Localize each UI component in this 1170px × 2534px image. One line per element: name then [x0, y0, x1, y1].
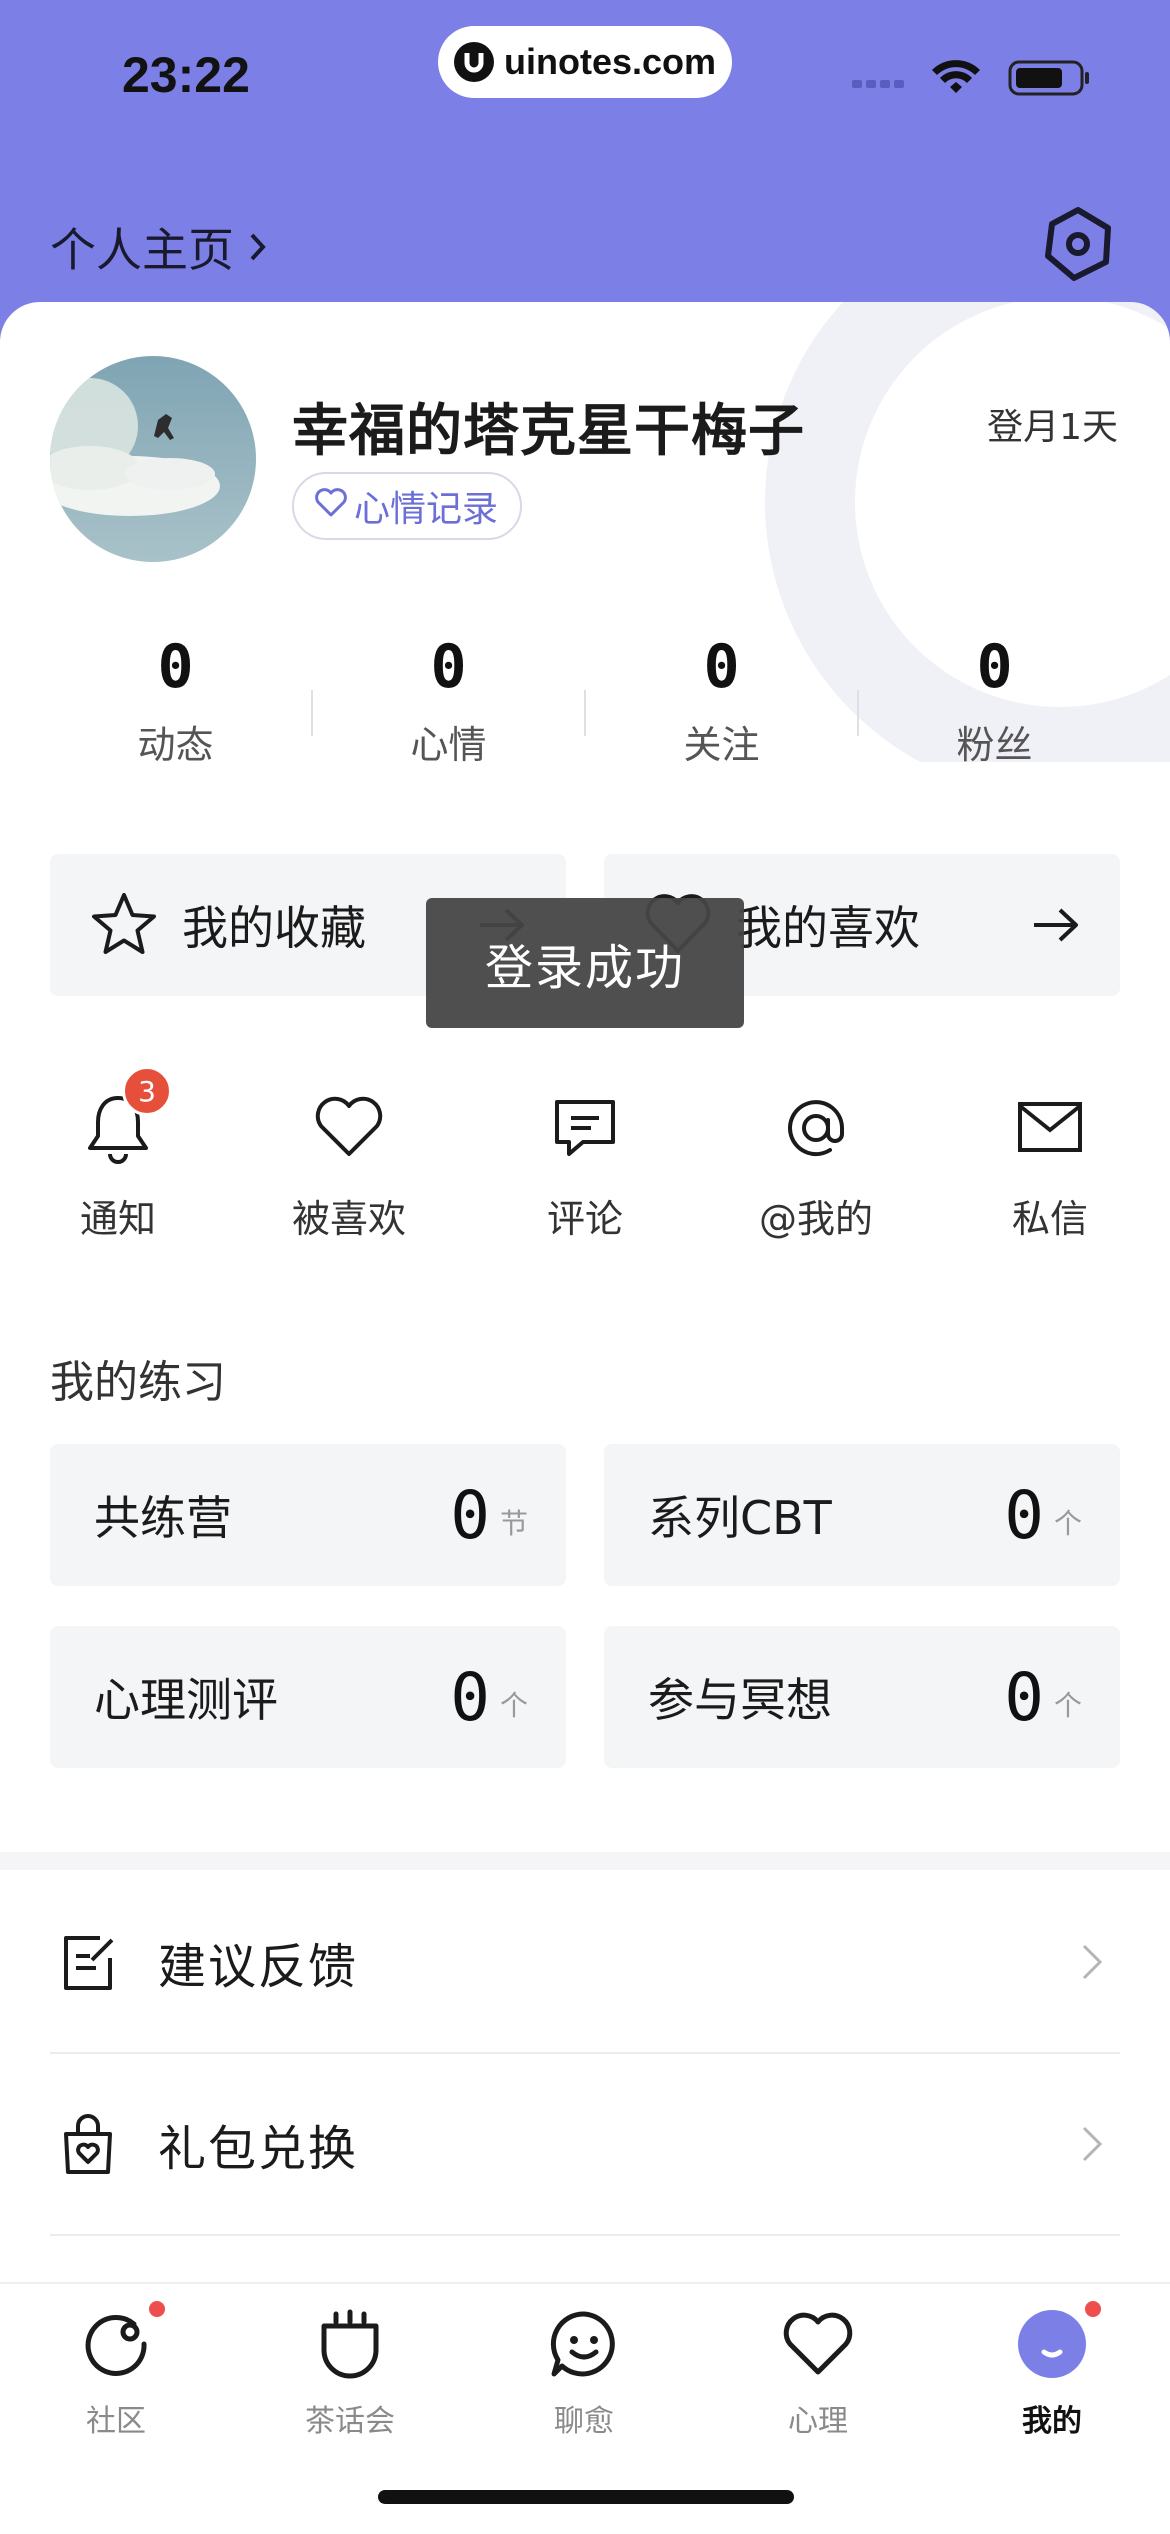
tab-label: 聊愈: [554, 2404, 614, 2439]
community-icon: [78, 2298, 168, 2382]
feedback-icon: [56, 1930, 120, 1994]
star-icon: [88, 889, 160, 961]
tab-label: 茶话会: [305, 2404, 395, 2439]
practice-section-title: 我的练习: [50, 1357, 226, 1408]
practice-assessment[interactable]: 心理测评 0 个: [50, 1626, 566, 1768]
unread-dot: [1082, 2298, 1104, 2320]
url-text: uinotes.com: [504, 41, 717, 82]
tab-mine[interactable]: 我的: [962, 2298, 1142, 2440]
username: 幸福的塔克星干梅子: [292, 399, 805, 464]
my-likes-label: 我的喜欢: [736, 901, 920, 955]
mentions-label: @我的: [758, 1197, 873, 1241]
heart-tab-icon: [780, 2306, 856, 2382]
liked-by-label: 被喜欢: [291, 1197, 406, 1241]
notifications-label: 通知: [79, 1197, 156, 1241]
section-divider: [0, 1852, 1170, 1870]
mood-record-button[interactable]: 心情记录: [292, 472, 523, 540]
comment-icon: [547, 1090, 623, 1166]
tab-community[interactable]: 社区: [26, 2298, 206, 2440]
heart-outline-icon: [311, 1090, 387, 1166]
notification-badge: 3: [122, 1066, 172, 1116]
mail-icon: [1012, 1090, 1088, 1166]
mentions-button[interactable]: @我的: [716, 1090, 916, 1243]
stat-label: 心情: [410, 723, 487, 767]
practice-value: 0: [1004, 1476, 1044, 1554]
gift-redeem-label: 礼包兑换: [158, 2121, 359, 2177]
profile-card: 幸福的塔克星干梅子 心情记录 登月1天 0 动态 0 心情 0 关注 0 粉丝: [0, 302, 1170, 2532]
practice-value: 0: [450, 1476, 490, 1554]
url-pill: uinotes.com: [438, 26, 732, 98]
stat-value: 0: [976, 632, 1013, 702]
status-icons: [852, 56, 1092, 96]
arrow-right-icon: [1030, 905, 1082, 945]
practice-value: 0: [450, 1658, 490, 1736]
chevron-right-icon: [248, 220, 268, 274]
chevron-right-icon: [1080, 1942, 1104, 1982]
practice-unit: 节: [499, 1507, 528, 1540]
heart-small-icon: [314, 486, 348, 527]
tab-chat-heal[interactable]: 聊愈: [494, 2306, 674, 2440]
comments-button[interactable]: 评论: [485, 1090, 685, 1243]
direct-messages-label: 私信: [1011, 1197, 1088, 1241]
chevron-right-icon: [1080, 2124, 1104, 2164]
profile-home-label: 个人主页: [50, 223, 234, 277]
notifications-button[interactable]: 3 通知: [18, 1066, 218, 1243]
stat-moods[interactable]: 0 心情: [313, 632, 584, 782]
practice-label: 参与冥想: [648, 1673, 832, 1727]
stats-row: 0 动态 0 心情 0 关注 0 粉丝: [40, 632, 1130, 782]
stat-value: 0: [430, 632, 467, 702]
practice-label: 共练营: [94, 1491, 232, 1545]
gift-bag-icon: [56, 2112, 120, 2176]
comments-label: 评论: [546, 1197, 623, 1241]
unread-dot: [146, 2298, 168, 2320]
gift-redeem-menu-item[interactable]: 礼包兑换: [50, 2054, 1120, 2234]
tab-label: 心理: [788, 2404, 848, 2439]
message-shortcuts: 3 通知 被喜欢 评论 @我的 私信: [0, 1066, 1170, 1243]
feedback-label: 建议反馈: [158, 1939, 359, 1995]
stat-label: 粉丝: [956, 723, 1033, 767]
stat-value: 0: [157, 632, 194, 702]
days-count: 登月1天: [987, 407, 1118, 448]
at-icon: [778, 1090, 854, 1166]
stat-label: 关注: [683, 723, 760, 767]
practice-label: 系列CBT: [648, 1491, 832, 1545]
practice-label: 心理测评: [94, 1673, 278, 1727]
stat-following[interactable]: 0 关注: [586, 632, 857, 782]
mood-record-label: 心情记录: [354, 489, 499, 530]
practice-camp[interactable]: 共练营 0 节: [50, 1444, 566, 1586]
practice-cbt-series[interactable]: 系列CBT 0 个: [604, 1444, 1120, 1586]
tab-label: 社区: [86, 2404, 146, 2439]
practice-meditation[interactable]: 参与冥想 0 个: [604, 1626, 1120, 1768]
home-indicator: [378, 2490, 794, 2504]
liked-by-button[interactable]: 被喜欢: [249, 1090, 449, 1243]
feedback-menu-item[interactable]: 建议反馈: [50, 1872, 1120, 2052]
status-time: 23:22: [122, 47, 250, 103]
practice-unit: 个: [499, 1689, 528, 1722]
practice-unit: 个: [1053, 1689, 1082, 1722]
profile-home-link[interactable]: 个人主页: [50, 214, 268, 280]
menu-divider: [50, 2234, 1120, 2236]
tab-psychology[interactable]: 心理: [728, 2306, 908, 2440]
profile-tab-icon: [1014, 2298, 1104, 2382]
stat-label: 动态: [137, 723, 214, 767]
avatar[interactable]: [50, 356, 256, 562]
practice-unit: 个: [1053, 1507, 1082, 1540]
stat-posts[interactable]: 0 动态: [40, 632, 311, 782]
practice-value: 0: [1004, 1658, 1044, 1736]
tea-cup-icon: [312, 2306, 388, 2382]
tab-label: 我的: [1022, 2404, 1082, 2439]
login-success-toast: 登录成功: [426, 898, 744, 1028]
stat-value: 0: [703, 632, 740, 702]
tab-tea-party[interactable]: 茶话会: [260, 2306, 440, 2440]
bell-icon: 3: [80, 1066, 172, 1166]
settings-hexagon-icon[interactable]: [1038, 204, 1118, 284]
direct-messages-button[interactable]: 私信: [950, 1090, 1150, 1243]
uinotes-logo-icon: [454, 42, 494, 82]
chat-smile-icon: [546, 2306, 622, 2382]
stat-followers[interactable]: 0 粉丝: [859, 632, 1130, 782]
